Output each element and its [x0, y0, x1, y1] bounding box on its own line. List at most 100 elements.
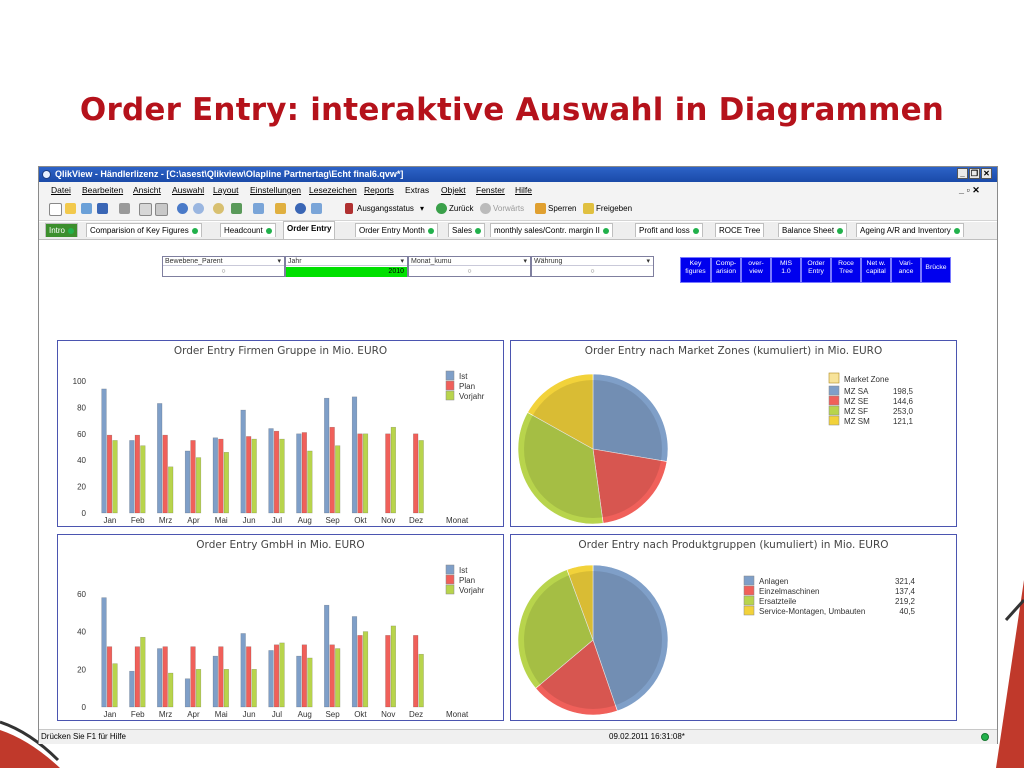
minimize-button[interactable]: _ [957, 168, 968, 179]
close-button[interactable]: ✕ [981, 168, 992, 179]
nav-button-net-working-capital[interactable]: Net w. capital [861, 257, 891, 283]
nav-button-variance[interactable]: Vari-ance [891, 257, 921, 283]
menu-extras[interactable]: Extras [405, 182, 429, 198]
context-help-icon[interactable] [311, 203, 322, 214]
dropdown-arrow-icon[interactable]: ▾ [420, 198, 424, 220]
menu-fenster[interactable]: Fenster [476, 182, 505, 198]
nav-button-mis[interactable]: MIS 1.0 [771, 257, 801, 283]
menu-objekt[interactable]: Objekt [441, 182, 466, 198]
y-tick-label: 20 [77, 483, 86, 492]
legend-value: 321,4 [895, 577, 916, 586]
status-dot-icon [427, 227, 434, 234]
pie-chart-market-zones[interactable]: Market Zone MZ SA 198,5 MZ SE 144,6 MZ SF 253,… [511, 341, 956, 526]
tab-order-entry-month[interactable]: Order Entry Month [355, 223, 438, 237]
current-selections-icon[interactable] [231, 203, 242, 214]
bar-vorjahr [307, 450, 313, 514]
legend-swatch [828, 415, 840, 426]
chart-panel-produktgruppen[interactable]: Order Entry nach Produktgruppen (kumulie… [510, 534, 957, 721]
edit-script-icon[interactable] [139, 203, 152, 216]
bar-vorjahr [195, 669, 202, 708]
freigeben-button[interactable]: Freigeben [596, 198, 632, 220]
tab-order-entry[interactable]: Order Entry [283, 221, 336, 239]
x-tick-label: Nov [381, 516, 395, 525]
tab-comparision-of-key-figures[interactable]: Comparision of Key Figures [86, 223, 202, 237]
bar-ist [157, 403, 163, 514]
bar-ist [351, 616, 358, 708]
bar-chart-gmbh[interactable]: 0 20 40 60 Jan Feb Mrz Apr Mai Jun Jul Aug Sep Okt Nov… [58, 535, 503, 720]
bar-vorjahr [168, 466, 174, 514]
listbox-value[interactable]: ○ [532, 267, 653, 277]
x-tick-label: Mai [215, 516, 228, 525]
nav-button-comparision[interactable]: Comp-arision [711, 257, 741, 283]
menu-layout[interactable]: Layout [213, 182, 239, 198]
sperren-button[interactable]: Sperren [548, 198, 576, 220]
menu-auswahl[interactable]: Auswahl [172, 182, 204, 198]
nav-button-overview[interactable]: over-view [741, 257, 771, 283]
print-icon[interactable] [119, 203, 130, 214]
mdi-window-controls[interactable]: _ ▫ ✕ [959, 182, 980, 198]
pie-chart-produktgruppen[interactable]: Anlagen 321,4 Einzelmaschinen 137,4 Ersatzte… [511, 535, 956, 720]
listbox-waehrung[interactable]: Währung ▾ ○ [531, 256, 654, 277]
tab-headcount[interactable]: Headcount [220, 223, 276, 237]
status-bar: Drücken Sie F1 für Hilfe 09.02.2011 16:3… [39, 729, 997, 744]
listbox-jahr[interactable]: Jahr ▾ 2010 [285, 256, 408, 277]
listbox-value[interactable]: ○ [163, 267, 284, 277]
legend-value: 137,4 [895, 587, 916, 596]
open-folder-icon[interactable] [65, 203, 76, 214]
menu-hilfe[interactable]: Hilfe [515, 182, 532, 198]
dropdown-arrow-icon[interactable]: ▾ [277, 257, 281, 266]
help-icon[interactable] [295, 203, 306, 214]
chart-panel-firmen-gruppe[interactable]: Order Entry Firmen Gruppe in Mio. EURO 0… [57, 340, 504, 527]
listbox-value-selected[interactable]: 2010 [286, 267, 407, 277]
y-tick-label: 20 [77, 665, 86, 674]
tab-intro[interactable]: Intro [45, 223, 79, 237]
listbox-bewebene-parent[interactable]: Bewebene_Parent ▾ ○ [162, 256, 285, 277]
legend-swatch [445, 380, 455, 391]
chart-panel-market-zones[interactable]: Order Entry nach Market Zones (kumuliert… [510, 340, 957, 527]
bar-ist [240, 633, 246, 708]
tools-icon[interactable] [275, 203, 286, 214]
menu-datei[interactable]: Datei [51, 182, 71, 198]
tab-monthly-sales[interactable]: monthly sales/Contr. margin II [490, 223, 613, 237]
bar-ist [351, 396, 358, 514]
bar-chart-firmen-gruppe[interactable]: 020406080100Jan Feb Mrz Apr Mai Jun Jul Aug Sep O… [58, 341, 503, 526]
menu-reports[interactable]: Reports [364, 182, 394, 198]
bar-plan [385, 635, 391, 708]
menu-bearbeiten[interactable]: Bearbeiten [82, 182, 123, 198]
maximize-button[interactable]: ❐ [969, 168, 980, 179]
dropdown-arrow-icon[interactable]: ▾ [523, 257, 527, 266]
tab-label: Headcount [224, 226, 263, 235]
vorwaerts-button[interactable]: Vorwärts [493, 198, 524, 220]
reload-icon[interactable] [81, 203, 92, 214]
tab-sales[interactable]: Sales [448, 223, 486, 237]
undo-icon[interactable] [177, 203, 188, 214]
nav-button-roce-tree[interactable]: Roce Tree [831, 257, 861, 283]
menu-ansicht[interactable]: Ansicht [133, 182, 161, 198]
tab-profit-and-loss[interactable]: Profit and loss [635, 223, 703, 237]
clear-selections-icon[interactable] [345, 203, 353, 214]
ausgangsstatus-button[interactable]: Ausgangsstatus [357, 198, 414, 220]
legend-label: Ersatzteile [759, 597, 797, 606]
new-document-icon[interactable] [49, 203, 62, 216]
listbox-monat-kumu[interactable]: Monat_kumu ▾ ○ [408, 256, 531, 277]
nav-button-key-figures[interactable]: Key figures [680, 257, 711, 283]
search-icon[interactable] [213, 203, 224, 214]
chart-wizard-icon[interactable] [253, 203, 264, 214]
dropdown-arrow-icon[interactable]: ▾ [400, 257, 404, 266]
chart-panel-gmbh[interactable]: Order Entry GmbH in Mio. EURO 0 20 40 60 Jan… [57, 534, 504, 721]
save-icon[interactable] [97, 203, 108, 214]
zurueck-button[interactable]: Zurück [449, 198, 473, 220]
dropdown-arrow-icon[interactable]: ▾ [646, 257, 650, 266]
tab-ageing[interactable]: Ageing A/R and Inventory [856, 223, 964, 237]
tab-balance-sheet[interactable]: Balance Sheet [778, 223, 848, 237]
menu-lesezeichen[interactable]: Lesezeichen [309, 182, 357, 198]
nav-button-order-entry[interactable]: Order Entry [801, 257, 831, 283]
menu-einstellungen[interactable]: Einstellungen [250, 182, 301, 198]
print-preview-icon[interactable] [155, 203, 168, 216]
x-tick-label: Okt [354, 516, 367, 525]
nav-button-bruecke[interactable]: Brücke [921, 257, 951, 283]
listbox-value[interactable]: ○ [409, 267, 530, 277]
status-dot-icon [602, 227, 609, 234]
tab-roce-tree[interactable]: ROCE Tree [715, 223, 765, 237]
redo-icon[interactable] [193, 203, 204, 214]
